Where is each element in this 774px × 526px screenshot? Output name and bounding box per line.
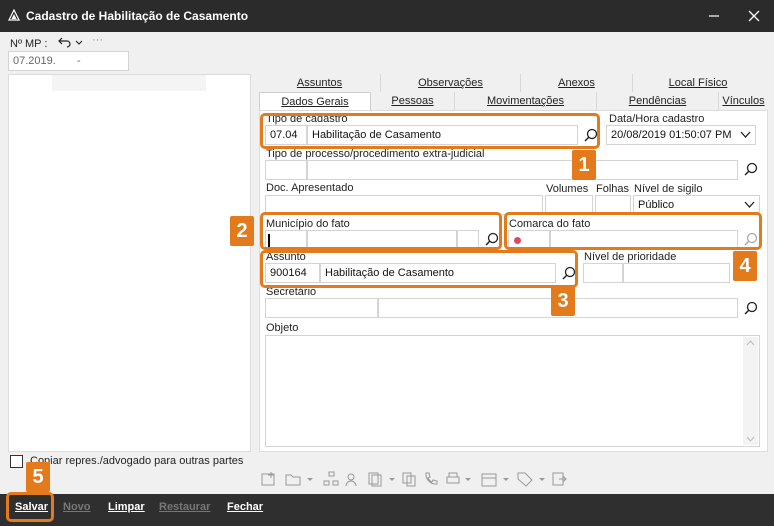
scroll-down-icon[interactable]: [746, 436, 755, 442]
badge-3: 3: [551, 286, 575, 316]
chevron-down-icon[interactable]: [388, 470, 396, 488]
tab-anexos[interactable]: Anexos: [521, 74, 633, 92]
tipo-processo-search-icon[interactable]: [742, 161, 760, 179]
mp-number-part1: 07.2019.: [13, 55, 56, 67]
badge-1: 1: [572, 150, 596, 180]
tab-local-fisico[interactable]: Local Físico: [633, 74, 763, 92]
highlight-assunto: [260, 250, 578, 288]
tipo-processo-label: Tipo de processo/procedimento extra-judi…: [266, 148, 485, 160]
nivel-sigilo-label: Nível de sigilo: [634, 183, 703, 195]
app-icon: [8, 9, 20, 21]
calendar-icon[interactable]: [480, 470, 498, 488]
left-list-panel[interactable]: [8, 74, 251, 452]
tab-pendencias[interactable]: Pendências: [597, 92, 719, 110]
highlight-save: [6, 492, 54, 522]
chevron-down-icon[interactable]: [75, 40, 83, 46]
highlight-tipo-cadastro: [260, 113, 600, 149]
tab-observacoes[interactable]: Observações: [381, 74, 521, 92]
highlight-municipio: [260, 212, 502, 250]
folder-icon[interactable]: [284, 470, 302, 488]
close-form-button[interactable]: Fechar: [227, 494, 263, 526]
window-title: Cadastro de Habilitação de Casamento: [26, 9, 249, 23]
volumes-label: Volumes: [546, 183, 589, 195]
nivel-prioridade-label: Nível de prioridade: [584, 251, 677, 263]
close-button[interactable]: [734, 0, 774, 32]
copy-icon[interactable]: [400, 470, 418, 488]
documents-icon[interactable]: [366, 470, 384, 488]
nivel-prioridade-code-field[interactable]: [583, 263, 623, 283]
chevron-down-icon[interactable]: [744, 201, 755, 209]
tab-assuntos[interactable]: Assuntos: [259, 74, 381, 92]
mp-number-field[interactable]: 07.2019. -: [8, 51, 129, 71]
list-item[interactable]: [52, 75, 206, 91]
data-hora-label: Data/Hora cadastro: [609, 113, 705, 125]
chevron-down-icon[interactable]: [464, 470, 472, 488]
bottom-action-bar: Salvar Novo Limpar Restaurar Fechar: [0, 494, 774, 526]
scroll-up-icon[interactable]: [746, 340, 755, 346]
tipo-processo-value-field[interactable]: [307, 160, 738, 180]
nivel-prioridade-value-field[interactable]: [623, 263, 730, 283]
new-button[interactable]: Novo: [63, 494, 91, 526]
tabs-row-1: Assuntos Observações Anexos Local Físico: [259, 74, 768, 92]
undo-icon[interactable]: [58, 36, 72, 48]
data-hora-value: 20/08/2019 01:50:07 PM: [611, 129, 732, 141]
nivel-sigilo-value: Público: [638, 199, 675, 211]
data-hora-field[interactable]: 20/08/2019 01:50:07 PM: [606, 125, 756, 145]
doc-apresentado-label: Doc. Apresentado: [266, 182, 354, 194]
tab-movimentacoes[interactable]: Movimentações: [455, 92, 597, 110]
tabs-row-2: Dados Gerais Pessoas Movimentações Pendê…: [259, 92, 768, 110]
hierarchy-icon[interactable]: [322, 470, 340, 488]
tab-dados-gerais[interactable]: Dados Gerais: [259, 92, 371, 110]
more-icon[interactable]: ···: [92, 34, 103, 46]
tipo-processo-code-field[interactable]: [265, 160, 307, 180]
secretario-search-icon[interactable]: [742, 300, 760, 318]
minimize-button[interactable]: [694, 0, 734, 32]
print-icon[interactable]: [444, 470, 462, 488]
badge-5: 5: [26, 462, 50, 492]
close-icon: [748, 10, 760, 22]
badge-2: 2: [230, 216, 254, 246]
objeto-scrollbar[interactable]: [743, 337, 758, 445]
chevron-down-icon[interactable]: [740, 131, 751, 139]
mp-number-part2: -: [77, 55, 81, 67]
phone-icon[interactable]: [422, 470, 440, 488]
badge-4: 4: [733, 251, 757, 281]
user-link-icon[interactable]: [344, 470, 362, 488]
highlight-comarca: [504, 212, 762, 250]
copy-representative-checkbox[interactable]: [10, 455, 23, 468]
clear-button[interactable]: Limpar: [108, 494, 145, 526]
tab-pessoas[interactable]: Pessoas: [371, 92, 455, 110]
tab-vinculos[interactable]: Vínculos: [719, 92, 768, 110]
chevron-down-icon[interactable]: [538, 470, 546, 488]
minimize-icon: [709, 15, 719, 17]
chevron-down-icon[interactable]: [502, 470, 510, 488]
mp-label: Nº MP :: [10, 38, 48, 50]
copy-representative-label: Copiar repres./advogado para outras part…: [30, 455, 244, 467]
add-icon[interactable]: [260, 470, 278, 488]
objeto-label: Objeto: [266, 322, 299, 334]
restore-button[interactable]: Restaurar: [159, 494, 210, 526]
secretario-code-field[interactable]: [265, 298, 378, 318]
tag-icon[interactable]: [516, 470, 534, 488]
chevron-down-icon[interactable]: [306, 470, 314, 488]
title-bar: Cadastro de Habilitação de Casamento: [0, 0, 774, 32]
export-icon[interactable]: [550, 470, 568, 488]
objeto-textarea[interactable]: [265, 335, 760, 447]
folhas-label: Folhas: [596, 183, 630, 195]
